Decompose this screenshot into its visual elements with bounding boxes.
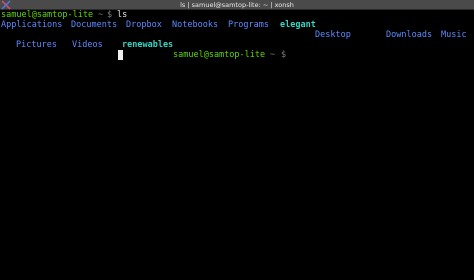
prompt-symbol: $ [107,10,113,20]
terminal-area[interactable]: samuel@samtop-lite ~ $ ls Applications D… [0,10,474,280]
window-title: ls | samuel@samtop-lite: ~ | xonsh [180,1,294,9]
text-cursor [118,50,123,60]
prompt2-path: ~ [270,50,276,60]
dir-videos: Videos [72,40,103,50]
prompt2-user-host: samuel@samtop-lite [173,50,266,60]
prompt-path: ~ [98,10,104,20]
dir-programs: Programs [228,20,269,30]
prompt-user-host: samuel@samtop-lite [1,10,94,20]
prompt2-symbol: $ [281,50,287,60]
dir-elegant: elegant [280,20,316,30]
dir-music: Music [441,30,467,40]
dir-pictures: Pictures [16,40,57,50]
dir-applications: Applications [1,20,63,30]
dir-desktop: Desktop [315,30,351,40]
dir-dropbox: Dropbox [126,20,162,30]
dir-renewables: renewables [122,40,174,50]
dir-notebooks: Notebooks [172,20,219,30]
dir-documents: Documents [71,20,118,30]
window-titlebar[interactable]: ls | samuel@samtop-lite: ~ | xonsh [0,0,474,10]
dir-downloads: Downloads [386,30,433,40]
command-text: ls [117,10,128,20]
